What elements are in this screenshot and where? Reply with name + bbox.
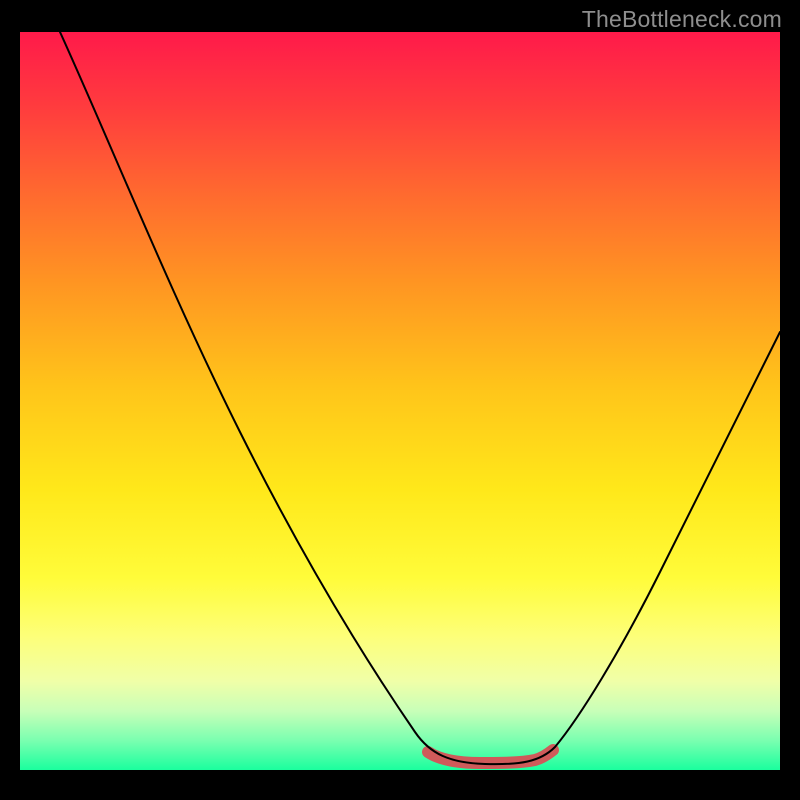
chart-frame: TheBottleneck.com xyxy=(0,0,800,800)
bottleneck-curve-svg xyxy=(20,32,780,770)
bottleneck-curve xyxy=(60,32,780,764)
optimal-range-highlight xyxy=(428,750,553,763)
plot-area xyxy=(20,32,780,770)
watermark-text: TheBottleneck.com xyxy=(582,6,782,33)
